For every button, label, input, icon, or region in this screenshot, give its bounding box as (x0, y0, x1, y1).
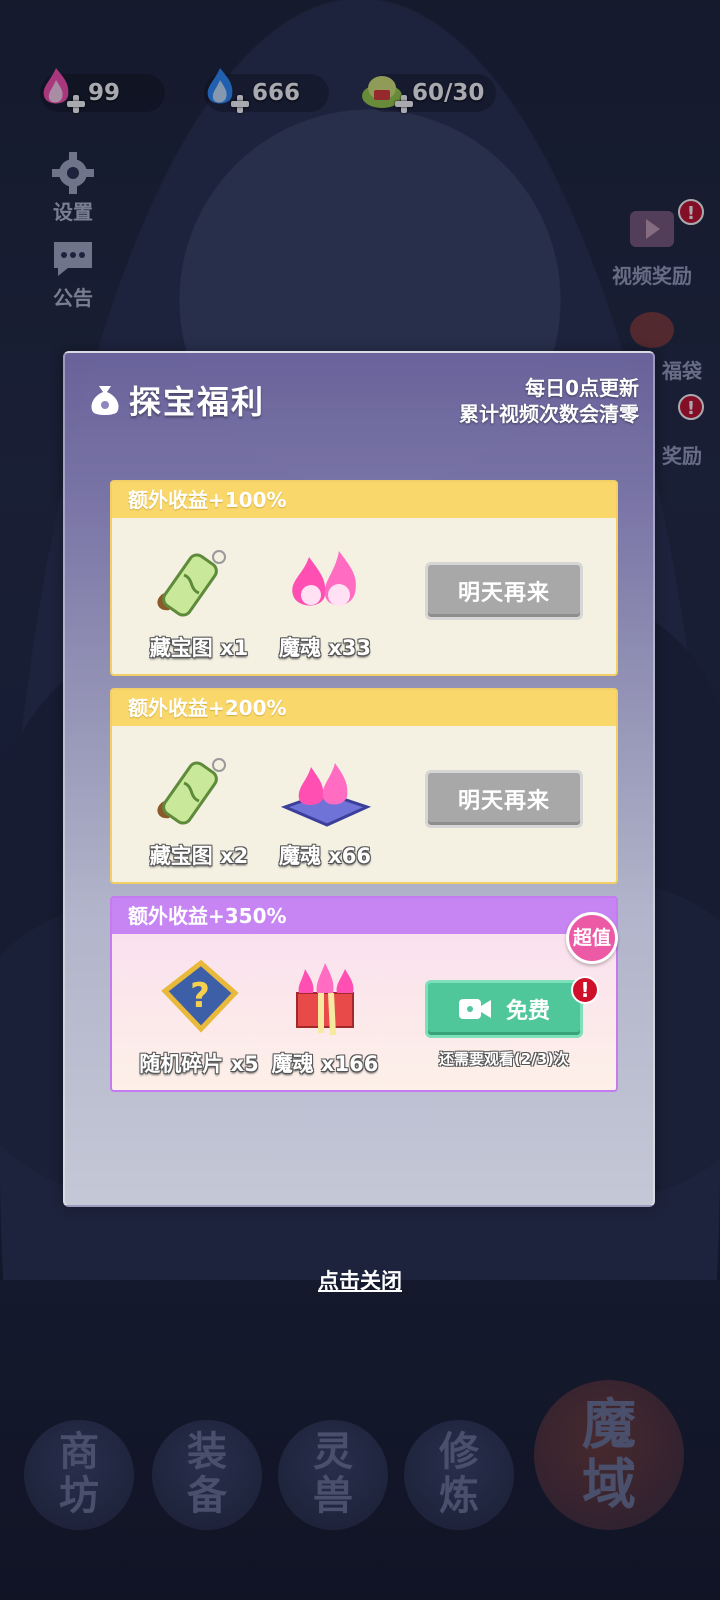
treasure-welfare-dialog: 探宝福利 每日0点更新 累计视频次数会清零 额外收益+100% 藏宝图 x1 魔… (63, 351, 655, 1207)
reward-label: 魔魂 x166 (271, 1052, 379, 1076)
reward-item: ? 随机碎片 x5 (124, 948, 274, 1078)
money-bag-icon (91, 386, 119, 415)
super-value-badge: 超值 (566, 912, 618, 964)
reward-card-350: 额外收益+350% 超值 ? 随机碎片 x5 魔魂 x166 免费 ! 还需要观… (110, 896, 618, 1092)
soul-flame-icon (292, 551, 356, 606)
soul-flame-cushion-icon (280, 763, 372, 827)
refresh-note-line1: 每日0点更新 (525, 376, 639, 400)
reward-label: 藏宝图 x1 (149, 636, 249, 660)
reward-label: 藏宝图 x2 (149, 844, 249, 868)
card-header: 额外收益+200% (112, 690, 616, 726)
refresh-note: 每日0点更新 累计视频次数会清零 (459, 375, 639, 427)
reward-label: 魔魂 x66 (278, 844, 372, 868)
reward-item: 魔魂 x66 (260, 740, 390, 870)
card-header: 额外收益+100% (112, 482, 616, 518)
reward-item: 藏宝图 x2 (134, 740, 264, 870)
dialog-title-text: 探宝福利 (129, 383, 266, 421)
reward-label: 魔魂 x33 (278, 636, 372, 660)
free-button-label: 免费 (505, 999, 550, 1024)
reward-item: 魔魂 x166 (260, 948, 390, 1078)
svg-text:?: ? (190, 976, 210, 1016)
come-back-tomorrow-button[interactable]: 明天再来 (425, 770, 583, 828)
tap-to-close[interactable]: 点击关闭 (0, 1265, 720, 1295)
alert-badge: ! (571, 976, 599, 1004)
random-fragment-icon: ? (161, 959, 239, 1033)
soul-flame-giftbox-icon (296, 963, 354, 1036)
treasure-map-scroll-icon (157, 758, 226, 825)
dialog-title: 探宝福利 (87, 377, 265, 423)
remaining-views-text: 还需要观看(2/3)次 (438, 1050, 570, 1068)
free-watch-video-button[interactable]: 免费 (425, 980, 583, 1038)
come-back-tomorrow-button[interactable]: 明天再来 (425, 562, 583, 620)
refresh-note-line2: 累计视频次数会清零 (459, 402, 639, 426)
reward-card-200: 额外收益+200% 藏宝图 x2 魔魂 x66 明天再来 (110, 688, 618, 884)
treasure-map-scroll-icon (157, 550, 226, 617)
reward-card-100: 额外收益+100% 藏宝图 x1 魔魂 x33 明天再来 (110, 480, 618, 676)
reward-item: 魔魂 x33 (260, 532, 390, 662)
reward-label: 随机碎片 x5 (139, 1052, 259, 1076)
reward-item: 藏宝图 x1 (134, 532, 264, 662)
video-camera-icon (458, 999, 491, 1019)
card-header: 额外收益+350% (112, 898, 616, 934)
